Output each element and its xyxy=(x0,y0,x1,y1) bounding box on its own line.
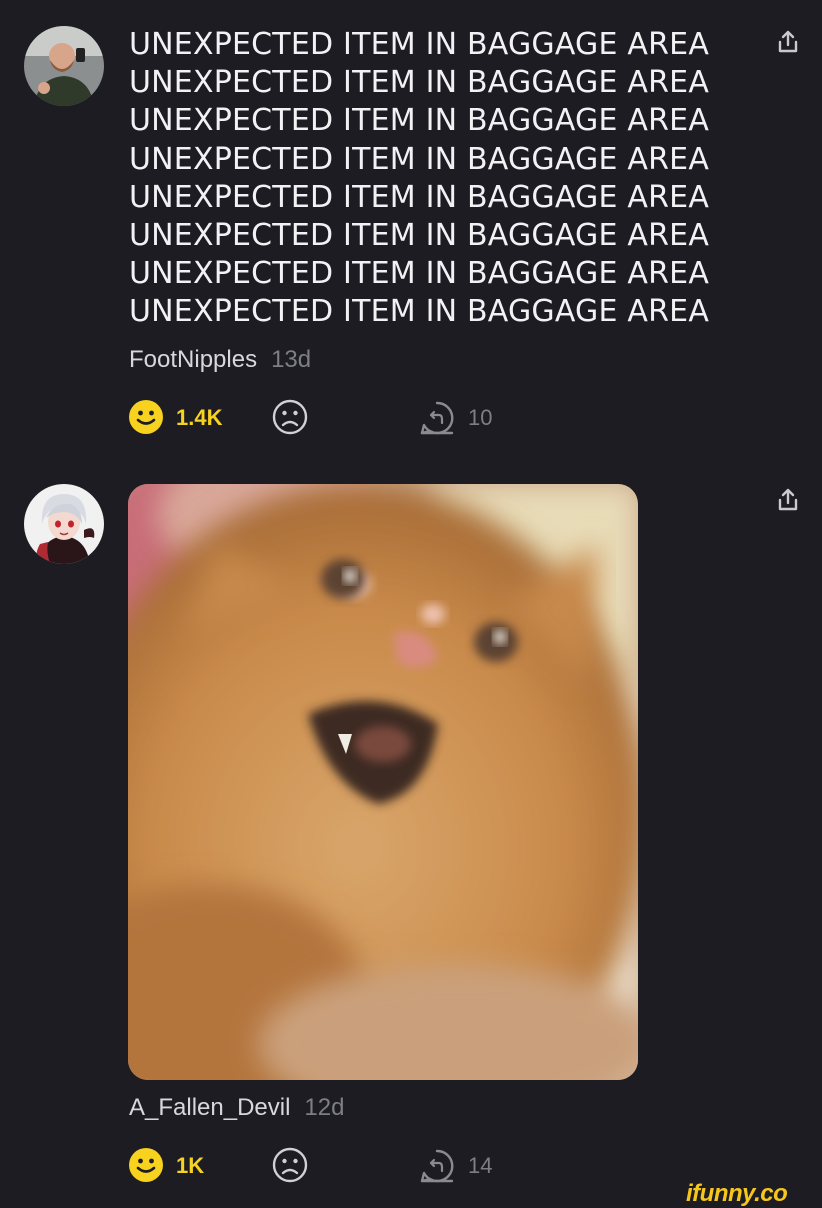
comment-image[interactable] xyxy=(128,484,638,1080)
comment-text-line: UNEXPECTED ITEM IN BAGGAGE AREA xyxy=(129,218,710,254)
reply-count[interactable]: 10 xyxy=(468,405,492,431)
comment-meta: FootNipples 13d xyxy=(129,346,311,374)
comment-text-line: UNEXPECTED ITEM IN BAGGAGE AREA xyxy=(129,294,710,330)
smile-icon[interactable] xyxy=(128,399,164,435)
comment-text-line: UNEXPECTED ITEM IN BAGGAGE AREA xyxy=(129,65,710,101)
reply-count[interactable]: 14 xyxy=(468,1153,492,1179)
share-button[interactable] xyxy=(772,484,804,516)
unsmile-icon[interactable] xyxy=(272,399,308,435)
smile-icon[interactable] xyxy=(128,1147,164,1183)
timestamp: 13d xyxy=(271,346,312,373)
comment-actions: 1K 14 xyxy=(128,1146,528,1186)
comment-text-line: UNEXPECTED ITEM IN BAGGAGE AREA xyxy=(129,103,710,139)
username[interactable]: FootNipples xyxy=(129,346,257,373)
avatar[interactable] xyxy=(24,26,104,106)
avatar[interactable] xyxy=(24,484,104,564)
timestamp: 12d xyxy=(304,1094,345,1121)
reply-icon[interactable] xyxy=(419,400,455,436)
share-icon xyxy=(778,30,798,53)
comment-text-line: UNEXPECTED ITEM IN BAGGAGE AREA xyxy=(129,141,710,177)
username[interactable]: A_Fallen_Devil xyxy=(129,1094,290,1121)
smile-count[interactable]: 1.4K xyxy=(176,405,222,431)
unsmile-icon[interactable] xyxy=(272,1147,308,1183)
watermark-logo: ifunny.co xyxy=(686,1180,788,1207)
comment-text-line: UNEXPECTED ITEM IN BAGGAGE AREA xyxy=(129,27,710,62)
comment-text: UNEXPECTED ITEM IN BAGGAGE AREA UNEXPECT… xyxy=(129,26,739,332)
comment-meta: A_Fallen_Devil 12d xyxy=(129,1094,344,1122)
comment-text-line: UNEXPECTED ITEM IN BAGGAGE AREA xyxy=(129,179,710,215)
share-icon xyxy=(778,488,798,511)
smile-count[interactable]: 1K xyxy=(176,1153,204,1179)
comment-actions: 1.4K 10 xyxy=(128,398,528,438)
share-button[interactable] xyxy=(772,26,804,58)
reply-icon[interactable] xyxy=(419,1148,455,1184)
comment-text-line: UNEXPECTED ITEM IN BAGGAGE AREA xyxy=(129,256,710,292)
